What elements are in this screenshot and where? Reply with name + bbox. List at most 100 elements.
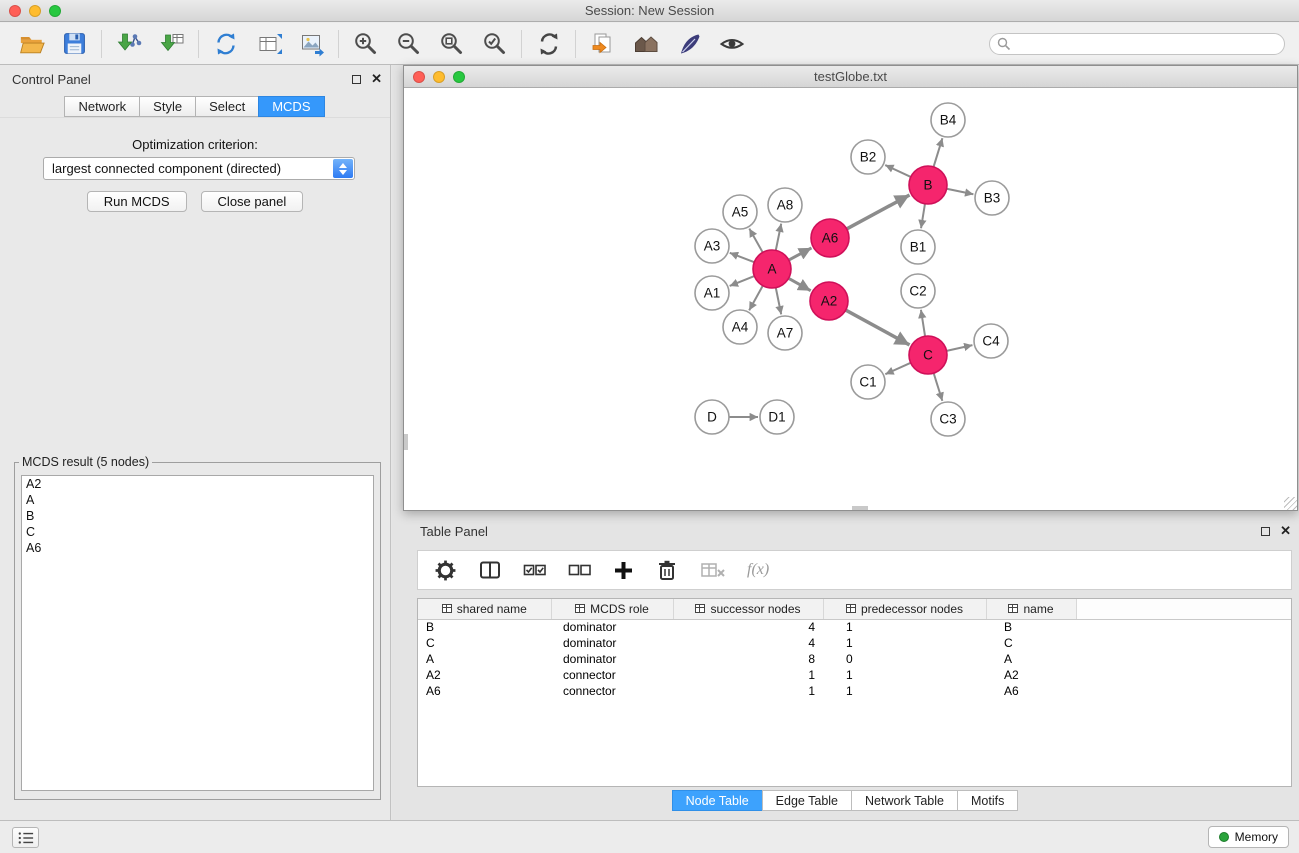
table-cell[interactable]: A: [986, 651, 1076, 667]
node-A[interactable]: A: [753, 250, 791, 288]
zoom-selected-button[interactable]: [473, 26, 516, 62]
table-cell[interactable]: A: [418, 651, 551, 667]
network-canvas[interactable]: B4B2BB3A8A5A6A3B1AC2A1A2A4A7C4CC1C3DD1: [404, 89, 1297, 510]
table-cell[interactable]: connector: [551, 667, 673, 683]
add-column-button[interactable]: [613, 555, 634, 585]
node-A3[interactable]: A3: [695, 229, 729, 263]
edge-B-B3[interactable]: [947, 189, 974, 194]
column-header-successor-nodes[interactable]: successor nodes: [673, 599, 823, 619]
open-folder-button[interactable]: [10, 26, 53, 62]
table-cell[interactable]: 1: [673, 667, 823, 683]
node-A6[interactable]: A6: [811, 219, 849, 257]
zoom-window-button[interactable]: [49, 5, 61, 17]
table-cell[interactable]: 4: [673, 635, 823, 651]
table-cell[interactable]: 1: [823, 635, 986, 651]
close-panel-icon[interactable]: ✕: [371, 73, 382, 85]
table-cell[interactable]: dominator: [551, 651, 673, 667]
node-C2[interactable]: C2: [901, 274, 935, 308]
node-B4[interactable]: B4: [931, 103, 965, 137]
table-row[interactable]: Cdominator41C: [418, 635, 1291, 651]
column-header-MCDS-role[interactable]: MCDS role: [551, 599, 673, 619]
deselect-all-button[interactable]: [568, 555, 592, 585]
column-header-name[interactable]: name: [986, 599, 1076, 619]
node-D[interactable]: D: [695, 400, 729, 434]
table-cell[interactable]: 0: [823, 651, 986, 667]
node-A2[interactable]: A2: [810, 282, 848, 320]
table-row[interactable]: A2connector11A2: [418, 667, 1291, 683]
table-row[interactable]: Bdominator41B: [418, 619, 1291, 635]
apply-style-button[interactable]: [667, 26, 710, 62]
result-item[interactable]: C: [22, 524, 373, 540]
edge-A-A3[interactable]: [730, 253, 755, 262]
table-cell[interactable]: dominator: [551, 635, 673, 651]
edge-A-A8[interactable]: [776, 224, 781, 251]
edge-C-C3[interactable]: [934, 373, 943, 401]
close-window-button[interactable]: [9, 5, 21, 17]
function-builder-button[interactable]: f(x): [747, 555, 769, 585]
zoom-window-button[interactable]: [453, 71, 465, 83]
horizontal-scroll-mark[interactable]: [852, 506, 868, 510]
table-cell[interactable]: dominator: [551, 619, 673, 635]
node-B3[interactable]: B3: [975, 181, 1009, 215]
new-network-button[interactable]: [204, 26, 247, 62]
edge-A2-C[interactable]: [846, 310, 910, 345]
result-item[interactable]: B: [22, 508, 373, 524]
home-button[interactable]: [624, 26, 667, 62]
minimize-window-button[interactable]: [433, 71, 445, 83]
tab-network-table[interactable]: Network Table: [851, 790, 958, 811]
table-cell[interactable]: A6: [418, 683, 551, 699]
edge-A6-B[interactable]: [847, 195, 910, 229]
result-item[interactable]: A: [22, 492, 373, 508]
new-table-button[interactable]: [247, 26, 290, 62]
tab-node-table[interactable]: Node Table: [672, 790, 763, 811]
table-cell[interactable]: 1: [673, 683, 823, 699]
edge-C-C4[interactable]: [947, 345, 973, 351]
edge-C-C2[interactable]: [921, 310, 925, 336]
edge-A-A6[interactable]: [789, 248, 812, 260]
column-header-predecessor-nodes[interactable]: predecessor nodes: [823, 599, 986, 619]
node-B1[interactable]: B1: [901, 230, 935, 264]
tab-mcds[interactable]: MCDS: [258, 96, 324, 117]
close-window-button[interactable]: [413, 71, 425, 83]
task-history-button[interactable]: [12, 827, 39, 848]
node-A1[interactable]: A1: [695, 276, 729, 310]
memory-button[interactable]: Memory: [1208, 826, 1289, 848]
edge-A-A7[interactable]: [776, 288, 781, 315]
edge-B-B2[interactable]: [885, 165, 911, 177]
edge-A-A5[interactable]: [749, 229, 762, 253]
node-C3[interactable]: C3: [931, 402, 965, 436]
table-cell[interactable]: A6: [986, 683, 1076, 699]
table-settings-button[interactable]: [434, 555, 457, 585]
table-cell[interactable]: 4: [673, 619, 823, 635]
float-panel-icon[interactable]: [352, 75, 361, 84]
edge-B-B4[interactable]: [934, 138, 943, 167]
node-A5[interactable]: A5: [723, 195, 757, 229]
table-cell[interactable]: B: [418, 619, 551, 635]
edge-A-A4[interactable]: [749, 286, 763, 311]
close-panel-button[interactable]: Close panel: [201, 191, 304, 212]
refresh-button[interactable]: [527, 26, 570, 62]
resize-grip[interactable]: [1284, 497, 1297, 510]
result-item[interactable]: A2: [22, 476, 373, 492]
vertical-scroll-mark[interactable]: [404, 434, 408, 450]
close-panel-icon[interactable]: ✕: [1280, 525, 1291, 537]
node-B[interactable]: B: [909, 166, 947, 204]
result-item[interactable]: A6: [22, 540, 373, 556]
table-row[interactable]: A6connector11A6: [418, 683, 1291, 699]
import-table-button[interactable]: [150, 26, 193, 62]
node-C1[interactable]: C1: [851, 365, 885, 399]
table-cell[interactable]: A2: [986, 667, 1076, 683]
delete-column-button[interactable]: [655, 555, 679, 585]
search-input[interactable]: [989, 33, 1285, 55]
mcds-result-list[interactable]: A2ABCA6: [21, 475, 374, 791]
edge-C-C1[interactable]: [885, 363, 910, 374]
edge-A-A2[interactable]: [789, 278, 811, 290]
table-cell[interactable]: 8: [673, 651, 823, 667]
table-cell[interactable]: C: [986, 635, 1076, 651]
run-mcds-button[interactable]: Run MCDS: [87, 191, 187, 212]
node-C4[interactable]: C4: [974, 324, 1008, 358]
import-network-button[interactable]: [107, 26, 150, 62]
open-session-button[interactable]: [581, 26, 624, 62]
tab-style[interactable]: Style: [139, 96, 196, 117]
table-cell[interactable]: 1: [823, 667, 986, 683]
